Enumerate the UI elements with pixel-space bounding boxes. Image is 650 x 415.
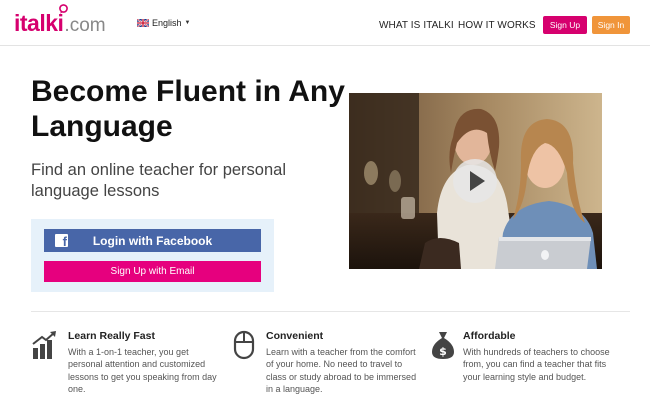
signin-button[interactable]: Sign In [592, 16, 630, 34]
facebook-login-button[interactable]: f Login with Facebook [44, 229, 261, 252]
svg-text:$: $ [439, 345, 447, 358]
logo-wordmark: italki [14, 10, 64, 36]
mouse-icon [233, 330, 255, 360]
site-header: italki .com English ▼ WHAT IS ITALKI HOW… [0, 0, 650, 46]
email-signup-button[interactable]: Sign Up with Email [44, 261, 261, 282]
feature-description: With a 1-on-1 teacher, you get personal … [68, 347, 217, 395]
play-icon[interactable] [453, 159, 497, 203]
facebook-login-label: Login with Facebook [92, 233, 213, 248]
feature-title: Affordable [463, 330, 516, 342]
feature-description: With hundreds of teachers to choose from… [463, 347, 610, 382]
language-selector[interactable]: English ▼ [137, 18, 190, 28]
feature-description: Learn with a teacher from the comfort of… [266, 347, 417, 395]
feature-title: Learn Really Fast [68, 330, 155, 342]
uk-flag-icon [137, 19, 149, 27]
nav-what-is-italki[interactable]: WHAT IS ITALKI [379, 20, 454, 31]
speech-bubble-icon [59, 4, 68, 14]
signup-button[interactable]: Sign Up [543, 16, 587, 34]
hero-title: Become Fluent in Any Language [31, 75, 345, 143]
money-bag-icon: $ [432, 332, 454, 359]
chevron-down-icon: ▼ [184, 20, 191, 26]
nav-how-it-works[interactable]: HOW IT WORKS [458, 20, 536, 31]
hero-subtitle: Find an online teacher for personal lang… [31, 161, 286, 200]
italki-logo[interactable]: italki .com [14, 4, 106, 38]
language-label: English [152, 18, 182, 28]
logo-domain: .com [64, 15, 106, 36]
feature-title: Convenient [266, 330, 324, 342]
facebook-icon: f [55, 234, 68, 248]
signup-panel: f Login with Facebook Sign Up with Email [31, 219, 274, 292]
bar-chart-icon [32, 331, 56, 359]
section-divider [31, 311, 630, 312]
